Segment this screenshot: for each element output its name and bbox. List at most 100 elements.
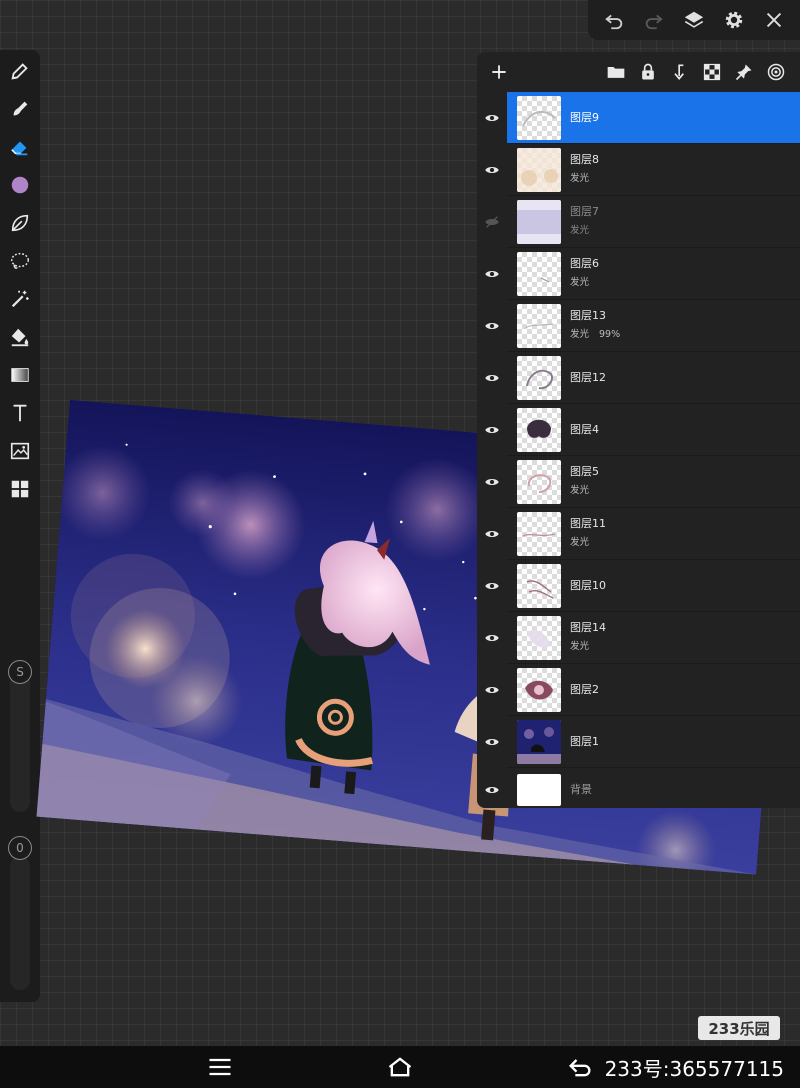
pencil-tool[interactable] [5,56,35,86]
close-button[interactable] [759,5,789,35]
fill-bucket-icon [11,328,29,347]
visibility-toggle[interactable] [477,300,507,352]
layer-item[interactable]: 图层11 发光 [507,508,800,560]
brush-opacity-slider[interactable] [10,856,30,990]
image-tool[interactable] [5,436,35,466]
visibility-toggle[interactable] [477,196,507,248]
layer-name: 图层1 [570,734,599,748]
visibility-toggle[interactable] [477,404,507,456]
smudge-icon [13,101,28,116]
folder-button[interactable] [600,58,632,86]
layer-row[interactable]: 图层8 发光 [477,144,800,196]
layer-row[interactable]: 图层10 [477,560,800,612]
eye-icon [485,375,499,381]
pin-button[interactable] [728,58,760,86]
layer-item[interactable]: 图层6 发光 [507,248,800,300]
layer-item[interactable]: 图层7 发光 [507,196,800,248]
layer-thumbnail [517,563,561,608]
layer-blend-mode: 发光 99% [570,328,620,342]
layer-row[interactable]: 图层11 发光 [477,508,800,560]
layer-thumbnail [517,615,561,660]
layer-item[interactable]: 图层5 发光 [507,456,800,508]
brush-opacity-knob[interactable]: 0 [8,836,32,860]
menu-button[interactable] [204,1052,236,1082]
undo-icon [605,14,623,30]
visibility-toggle[interactable] [477,92,507,144]
layer-thumbnail [517,199,561,244]
layer-item[interactable]: 图层13 发光 99% [507,300,800,352]
checker-button[interactable] [696,58,728,86]
layer-row[interactable]: 图层7 发光 [477,196,800,248]
layer-item[interactable]: 图层2 [507,664,800,716]
layer-thumbnail [517,251,561,296]
folder-icon [607,67,625,78]
layers-panel: 图层9 图层8 发光 图层7 发光 图层6 发光 图层13 发光 99% 图层1… [477,52,800,808]
color-picker[interactable] [5,170,35,200]
lock-button[interactable] [632,58,664,86]
visibility-toggle[interactable] [477,560,507,612]
visibility-toggle[interactable] [477,456,507,508]
layer-blend-mode: 发光 [570,225,590,236]
back-button[interactable] [564,1052,596,1082]
brush-size-slider[interactable] [10,672,30,812]
eye-icon [485,271,499,277]
size-label: S [16,665,24,679]
layer-name: 图层2 [570,682,599,696]
layer-thumbnail [517,459,561,504]
grid-tool[interactable] [5,474,35,504]
layer-item[interactable]: 图层9 [507,92,800,144]
leaf-brush-tool[interactable] [5,208,35,238]
target-button[interactable] [760,58,792,86]
layer-item[interactable]: 图层10 [507,560,800,612]
layers-button[interactable] [679,5,709,35]
settings-button[interactable] [719,5,749,35]
layer-item[interactable]: 背景 [507,768,800,808]
home-button[interactable] [384,1052,416,1082]
visibility-toggle[interactable] [477,352,507,404]
layer-row[interactable]: 图层4 [477,404,800,456]
visibility-toggle[interactable] [477,508,507,560]
redo-button[interactable] [639,5,669,35]
gradient-tool[interactable] [5,360,35,390]
layer-row[interactable]: 图层13 发光 99% [477,300,800,352]
eraser-tool[interactable] [5,132,35,162]
smudge-tool[interactable] [5,94,35,124]
visibility-toggle[interactable] [477,144,507,196]
background-layer-row[interactable]: 背景 [477,768,800,808]
eye-icon [485,479,499,485]
layer-name: 图层7 [570,205,599,218]
layer-row[interactable]: 图层12 [477,352,800,404]
add-layer-button[interactable] [485,58,513,86]
layer-row[interactable]: 图层14 发光 [477,612,800,664]
layer-opacity: 99% [599,329,621,340]
layer-thumbnail [517,667,561,712]
merge-down-button[interactable] [664,58,696,86]
layer-row[interactable]: 图层2 [477,664,800,716]
fill-bucket-tool[interactable] [5,322,35,352]
visibility-toggle[interactable] [477,664,507,716]
layer-thumbnail [517,303,561,348]
brush-size-knob[interactable]: S [8,660,32,684]
system-navbar: 233号:365577115 [0,1046,800,1088]
layer-thumbnail [517,355,561,400]
layer-row[interactable]: 图层1 [477,716,800,768]
merge-down-icon [674,64,684,80]
leaf-brush-icon [11,214,29,232]
layer-item[interactable]: 图层14 发光 [507,612,800,664]
magic-wand-tool[interactable] [5,284,35,314]
layer-row[interactable]: 图层6 发光 [477,248,800,300]
layer-blend-mode: 发光 [570,641,590,652]
visibility-toggle[interactable] [477,612,507,664]
layer-item[interactable]: 图层8 发光 [507,144,800,196]
text-tool[interactable] [5,398,35,428]
layer-item[interactable]: 图层1 [507,716,800,768]
layer-item[interactable]: 图层12 [507,352,800,404]
layer-item[interactable]: 图层4 [507,404,800,456]
layer-row[interactable]: 图层9 [477,92,800,144]
undo-button[interactable] [599,5,629,35]
visibility-toggle[interactable] [477,716,507,768]
lasso-tool[interactable] [5,246,35,276]
layer-row[interactable]: 图层5 发光 [477,456,800,508]
visibility-toggle[interactable] [477,768,507,808]
visibility-toggle[interactable] [477,248,507,300]
